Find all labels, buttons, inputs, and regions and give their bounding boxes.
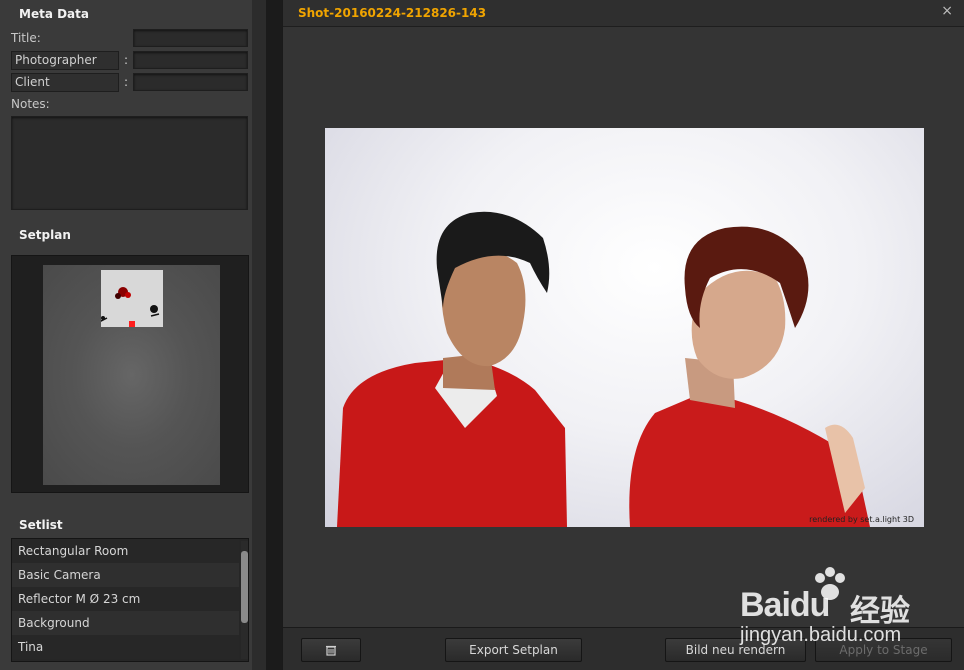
apply-to-stage-button[interactable]: Apply to Stage	[815, 638, 952, 662]
photographer-label: Photographer	[11, 51, 119, 70]
meta-data-title: Meta Data	[19, 7, 89, 21]
trash-icon	[326, 645, 336, 656]
render-illustration	[337, 211, 870, 527]
setlist-title: Setlist	[19, 518, 63, 532]
setlist-item[interactable]: Rectangular Room	[12, 539, 239, 563]
title-input[interactable]	[133, 29, 248, 47]
notes-textarea[interactable]	[11, 116, 248, 210]
setlist-scrollbar[interactable]	[241, 541, 248, 659]
client-label: Client	[11, 73, 119, 92]
setlist: Rectangular Room Basic Camera Reflector …	[11, 538, 249, 662]
window-titlebar: Shot-20160224-212826-143 ×	[283, 0, 964, 27]
delete-button[interactable]	[301, 638, 361, 662]
setlist-scroll-thumb[interactable]	[241, 551, 248, 623]
rerender-button[interactable]: Bild neu rendern	[665, 638, 806, 662]
setlist-item[interactable]: Background	[12, 611, 239, 635]
render-watermark: rendered by set.a.light 3D	[809, 515, 914, 524]
left-panel: Meta Data Title: Photographer : Client :…	[0, 0, 266, 670]
notes-label: Notes:	[11, 97, 50, 111]
setplan-view[interactable]	[11, 255, 249, 493]
setplan-objects	[98, 287, 160, 327]
photographer-colon: :	[124, 53, 129, 67]
setlist-item[interactable]: Reflector M Ø 23 cm	[12, 587, 239, 611]
setlist-item[interactable]: Tina	[12, 635, 239, 659]
setplan-stage	[98, 270, 163, 327]
bottom-toolbar: Export Setplan Bild neu rendern Apply to…	[283, 627, 964, 670]
shot-preview-window: Shot-20160224-212826-143 × rendered by s…	[282, 0, 964, 670]
client-input[interactable]	[133, 73, 248, 91]
panel-divider	[252, 0, 266, 670]
close-icon[interactable]: ×	[941, 3, 953, 19]
setplan-room	[43, 265, 220, 485]
setlist-item[interactable]: Basic Camera	[12, 563, 239, 587]
photographer-input[interactable]	[133, 51, 248, 69]
shot-title: Shot-20160224-212826-143	[298, 6, 487, 20]
rendered-image: rendered by set.a.light 3D	[325, 128, 924, 527]
client-colon: :	[124, 75, 129, 89]
title-label: Title:	[11, 31, 41, 45]
setplan-title: Setplan	[19, 228, 71, 242]
export-setplan-button[interactable]: Export Setplan	[445, 638, 582, 662]
